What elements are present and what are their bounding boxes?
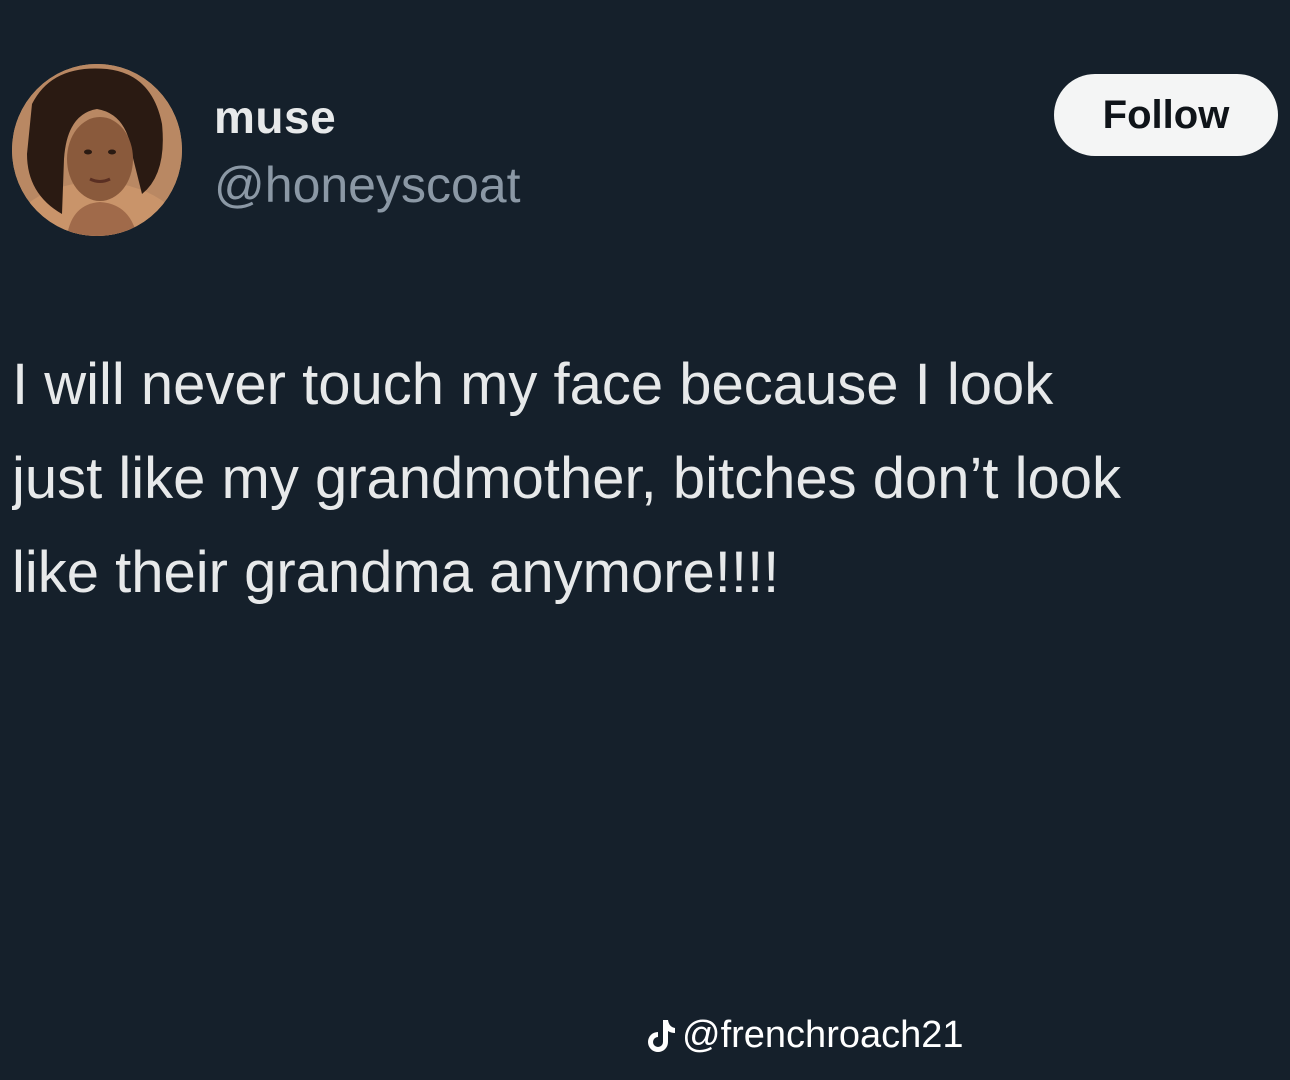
user-handle[interactable]: @honeyscoat	[214, 156, 521, 214]
watermark-handle: @frenchroach21	[682, 1014, 964, 1056]
tiktok-watermark: @frenchroach21	[646, 1014, 964, 1057]
avatar[interactable]	[12, 64, 182, 236]
avatar-photo	[12, 64, 182, 236]
tiktok-logo-icon	[646, 1018, 676, 1054]
display-name[interactable]: muse	[214, 90, 336, 144]
follow-button[interactable]: Follow	[1054, 74, 1278, 156]
tweet-text: I will never touch my face because I loo…	[12, 352, 1121, 605]
